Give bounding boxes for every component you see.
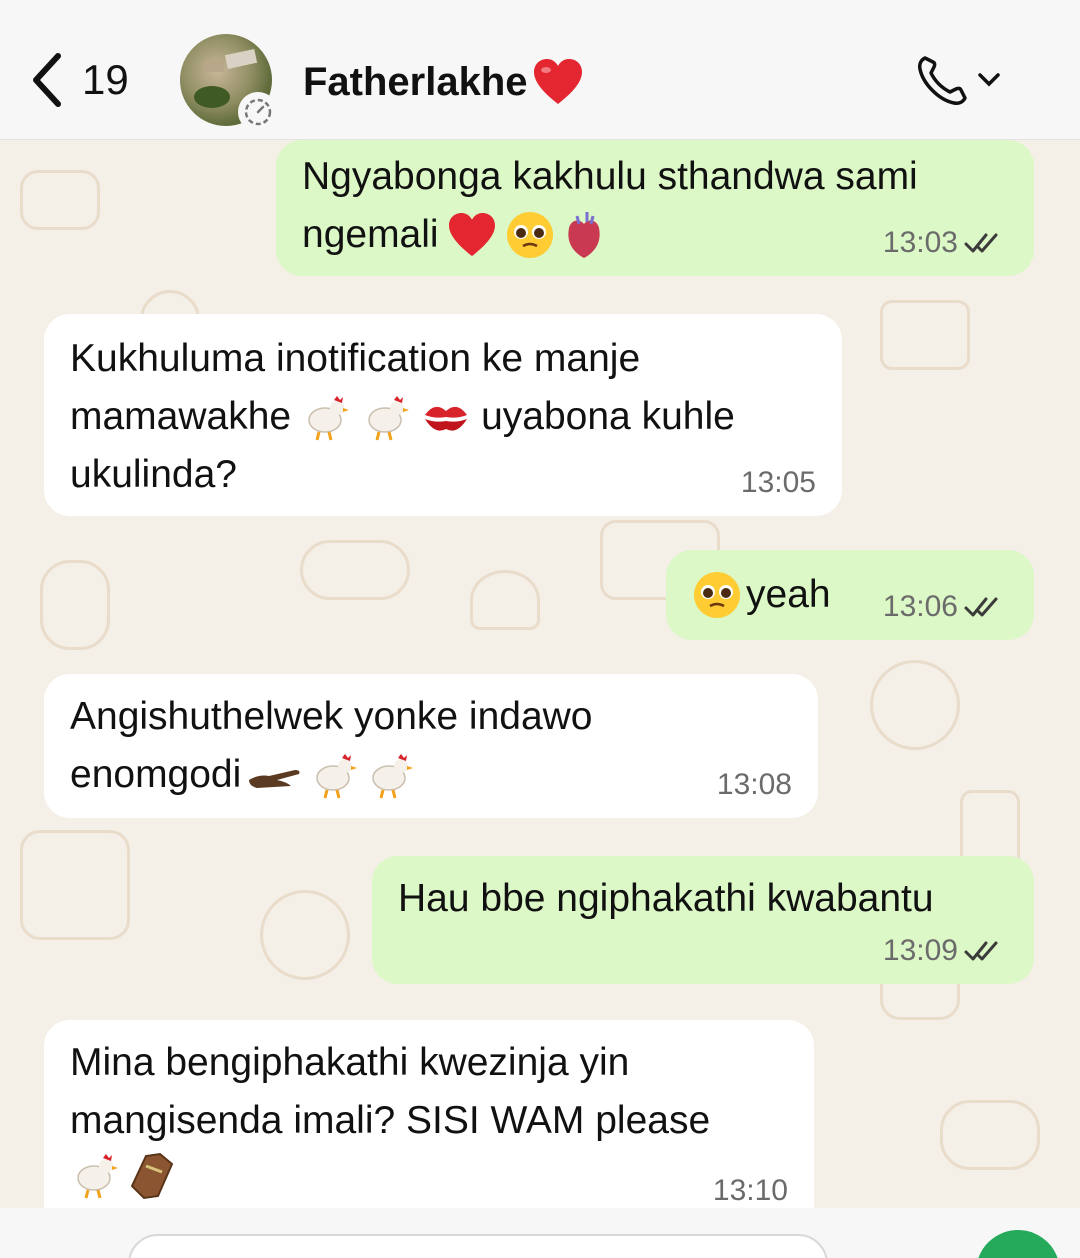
message-bubble-outgoing[interactable]: Ngyabonga kakhulu sthandwa sami ngemali …	[276, 140, 1034, 276]
message-text: Kukhuluma inotification ke manje	[70, 337, 641, 380]
message-bubble-outgoing[interactable]: Hau bbe ngiphakathi kwabantu 13:09	[372, 856, 1034, 984]
back-chevron-icon	[33, 53, 61, 107]
pleading-face-emoji	[694, 572, 740, 618]
anatomical-heart-emoji	[567, 212, 600, 258]
message-text: Mina bengiphakathi kwezinja yin	[70, 1041, 630, 1084]
pleading-face-emoji	[506, 212, 553, 258]
chat-header: 19 Fatherlakhe	[0, 0, 1080, 140]
message-bubble-incoming[interactable]: Angishuthelwek yonke indawo enomgodi 13:…	[44, 674, 818, 818]
heart-emoji	[448, 212, 495, 257]
back-button[interactable]: 19	[30, 52, 129, 108]
message-time: 13:08	[716, 768, 792, 801]
message-meta: 13:03	[883, 226, 1004, 260]
rooster-emoji	[77, 1154, 118, 1199]
double-check-icon	[964, 597, 998, 617]
message-text: mamawakhe uyabona kuhle	[70, 388, 816, 446]
unread-count: 19	[82, 56, 129, 103]
chevron-down-icon	[978, 73, 1000, 87]
message-text: mangisenda imali? SISI WAM please	[70, 1099, 711, 1142]
message-time: 13:05	[740, 466, 816, 499]
message-text: Angishuthelwek yonke indawo	[70, 695, 593, 738]
kiss-mark-emoji	[425, 406, 468, 431]
message-bubble-incoming[interactable]: Mina bengiphakathi kwezinja yin mangisen…	[44, 1020, 814, 1208]
status-icon	[238, 92, 278, 132]
contact-name[interactable]: Fatherlakhe	[303, 58, 584, 106]
double-check-icon	[964, 941, 998, 961]
rooster-emoji	[372, 754, 414, 799]
rooster-emoji	[368, 396, 410, 441]
double-check-icon	[964, 233, 998, 253]
message-meta: 13:08	[717, 768, 792, 802]
message-text: enomgodi	[70, 746, 792, 804]
message-time: 13:03	[882, 226, 958, 259]
message-time: 13:06	[882, 590, 958, 623]
phone-icon	[918, 56, 967, 105]
message-meta: 13:09	[883, 934, 1004, 968]
rooster-emoji	[316, 754, 358, 799]
message-text: ukulinda?	[70, 453, 237, 496]
message-input[interactable]	[128, 1234, 828, 1258]
hand-emoji	[249, 770, 300, 788]
message-meta: 13:05	[741, 466, 816, 500]
rooster-emoji	[308, 396, 350, 441]
message-text	[70, 1150, 788, 1200]
message-time: 13:10	[712, 1174, 788, 1207]
message-meta: 13:06	[883, 590, 1004, 624]
message-bubble-outgoing[interactable]: yeah 13:06	[666, 550, 1034, 640]
message-bubble-incoming[interactable]: Kukhuluma inotification ke manje mamawak…	[44, 314, 842, 516]
heart-emoji	[533, 59, 582, 104]
coffin-emoji	[130, 1152, 174, 1200]
message-text: Ngyabonga kakhulu sthandwa sami	[302, 155, 918, 198]
call-button[interactable]	[915, 52, 1001, 108]
message-text: Hau bbe ngiphakathi kwabantu	[398, 877, 934, 920]
message-meta: 13:10	[713, 1174, 788, 1208]
message-time: 13:09	[882, 934, 958, 967]
